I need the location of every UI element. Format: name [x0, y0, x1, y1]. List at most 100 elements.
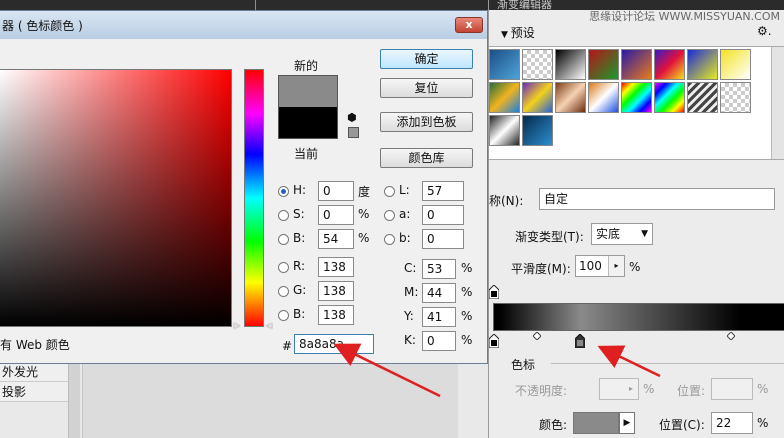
- stop-color-swatch[interactable]: [573, 412, 619, 434]
- smoothness-unit: %: [629, 260, 641, 274]
- midpoint-diamond[interactable]: [532, 329, 543, 341]
- smoothness-input[interactable]: 100 ▸: [575, 255, 625, 277]
- preset-swatch[interactable]: [489, 115, 520, 146]
- radio-hue[interactable]: [278, 186, 289, 197]
- radio-green[interactable]: [278, 286, 289, 297]
- black-unit: %: [461, 333, 473, 347]
- blue-input[interactable]: 138: [318, 305, 354, 325]
- name-input[interactable]: 自定: [539, 188, 775, 210]
- radio-b-lab[interactable]: [384, 234, 395, 245]
- color-libraries-button[interactable]: 颜色库: [380, 148, 473, 168]
- preset-swatch[interactable]: [621, 82, 652, 113]
- preset-swatch[interactable]: [489, 49, 520, 80]
- radio-brightness[interactable]: [278, 234, 289, 245]
- preset-swatch[interactable]: [588, 49, 619, 80]
- hex-input[interactable]: 8a8a8a: [294, 334, 374, 354]
- color-label: 颜色:: [539, 418, 568, 432]
- color-stop[interactable]: [488, 333, 500, 349]
- watermark: 思缘设计论坛 WWW.MISSYUAN.COM: [589, 10, 780, 23]
- preset-swatch[interactable]: [522, 49, 553, 80]
- chevron-right-icon[interactable]: ▸: [623, 378, 639, 400]
- web-colors-only-label[interactable]: 有 Web 颜色: [0, 336, 70, 353]
- saturation-input[interactable]: 0: [318, 205, 354, 225]
- cyan-input[interactable]: 53: [422, 259, 456, 279]
- preset-swatch[interactable]: [555, 49, 586, 80]
- expand-triangle-icon: ▼: [501, 30, 511, 40]
- preset-swatch[interactable]: [687, 82, 718, 113]
- web-safe-swatch-icon[interactable]: [348, 127, 359, 138]
- add-to-swatches-button[interactable]: 添加到色板: [380, 112, 473, 132]
- a-input[interactable]: 0: [422, 205, 464, 225]
- opacity-stop[interactable]: [488, 284, 500, 300]
- color-stop-selected[interactable]: [574, 333, 586, 349]
- preset-swatch[interactable]: [720, 82, 751, 113]
- radio-lightness[interactable]: [384, 186, 395, 197]
- green-input[interactable]: 138: [318, 281, 354, 301]
- opacity-location-unit: %: [757, 382, 769, 396]
- panel-area: [82, 362, 458, 438]
- gear-icon[interactable]: ⚙.: [757, 24, 772, 38]
- close-button[interactable]: x: [455, 17, 483, 33]
- gradient-type-select[interactable]: 实底 ▼: [591, 223, 653, 245]
- new-color-swatch[interactable]: [278, 75, 338, 107]
- radio-saturation[interactable]: [278, 210, 289, 221]
- yellow-unit: %: [461, 309, 473, 323]
- red-label: R:: [293, 259, 306, 273]
- yellow-input[interactable]: 41: [422, 307, 456, 327]
- cyan-unit: %: [461, 261, 473, 275]
- magenta-label: M:: [404, 285, 419, 299]
- radio-red[interactable]: [278, 262, 289, 273]
- preset-swatch[interactable]: [522, 82, 553, 113]
- preset-swatch[interactable]: [489, 82, 520, 113]
- b-lab-input[interactable]: 0: [422, 229, 464, 249]
- black-input[interactable]: 0: [422, 331, 456, 351]
- layer-style-drop-shadow[interactable]: 投影: [0, 382, 68, 402]
- gradient-editor: 渐变编辑器 思缘设计论坛 WWW.MISSYUAN.COM ▼ 预设 ⚙. 称(…: [488, 0, 784, 438]
- cyan-label: C:: [404, 261, 417, 275]
- preset-swatch[interactable]: [522, 115, 553, 146]
- chevron-right-icon[interactable]: ▸: [608, 256, 624, 276]
- preset-scrollbar[interactable]: [771, 47, 784, 159]
- hue-slider[interactable]: [244, 69, 264, 327]
- current-color-label: 当前: [294, 147, 319, 161]
- presets-label[interactable]: ▼ 预设: [501, 24, 535, 41]
- panel-column: [68, 362, 80, 438]
- slider-left-marker-icon[interactable]: ▷: [234, 321, 240, 330]
- radio-blue[interactable]: [278, 310, 289, 321]
- gradient-bar[interactable]: [493, 303, 784, 331]
- current-color-swatch[interactable]: [278, 107, 338, 139]
- reset-button[interactable]: 复位: [380, 78, 473, 98]
- preset-list[interactable]: [489, 46, 784, 160]
- hue-label: H:: [293, 183, 307, 197]
- magenta-input[interactable]: 44: [422, 283, 456, 303]
- opacity-unit: %: [643, 382, 655, 396]
- a-label: a:: [399, 207, 411, 221]
- preset-swatch[interactable]: [621, 49, 652, 80]
- play-arrow-icon[interactable]: ▶: [619, 412, 635, 434]
- color-location-input[interactable]: 22: [711, 412, 753, 434]
- midpoint-diamond[interactable]: [726, 329, 737, 341]
- preset-swatch[interactable]: [654, 82, 685, 113]
- preset-swatch[interactable]: [588, 82, 619, 113]
- dialog-titlebar[interactable]: 器 ( 色标颜色 ) x: [0, 11, 487, 39]
- preset-swatch[interactable]: [687, 49, 718, 80]
- gradient-type-value: 实底: [596, 227, 621, 241]
- preset-swatch[interactable]: [720, 49, 751, 80]
- slider-right-marker-icon[interactable]: ◁: [266, 321, 272, 330]
- preset-swatch[interactable]: [654, 49, 685, 80]
- ok-button[interactable]: 确定: [380, 49, 473, 69]
- radio-a[interactable]: [384, 210, 395, 221]
- brightness-input[interactable]: 54: [318, 229, 354, 249]
- saturation-unit: %: [358, 207, 370, 221]
- preset-swatch[interactable]: [555, 82, 586, 113]
- layer-style-outer-glow[interactable]: 外发光: [0, 362, 68, 382]
- stops-divider: [551, 363, 784, 364]
- lightness-input[interactable]: 57: [422, 181, 464, 201]
- yellow-label: Y:: [404, 309, 414, 323]
- red-input[interactable]: 138: [318, 257, 354, 277]
- saturation-label: S:: [293, 207, 305, 221]
- hue-input[interactable]: 0: [318, 181, 354, 201]
- saturation-brightness-field[interactable]: [0, 69, 232, 327]
- cube-icon[interactable]: ⬢: [347, 111, 357, 124]
- opacity-location-input[interactable]: [711, 378, 753, 400]
